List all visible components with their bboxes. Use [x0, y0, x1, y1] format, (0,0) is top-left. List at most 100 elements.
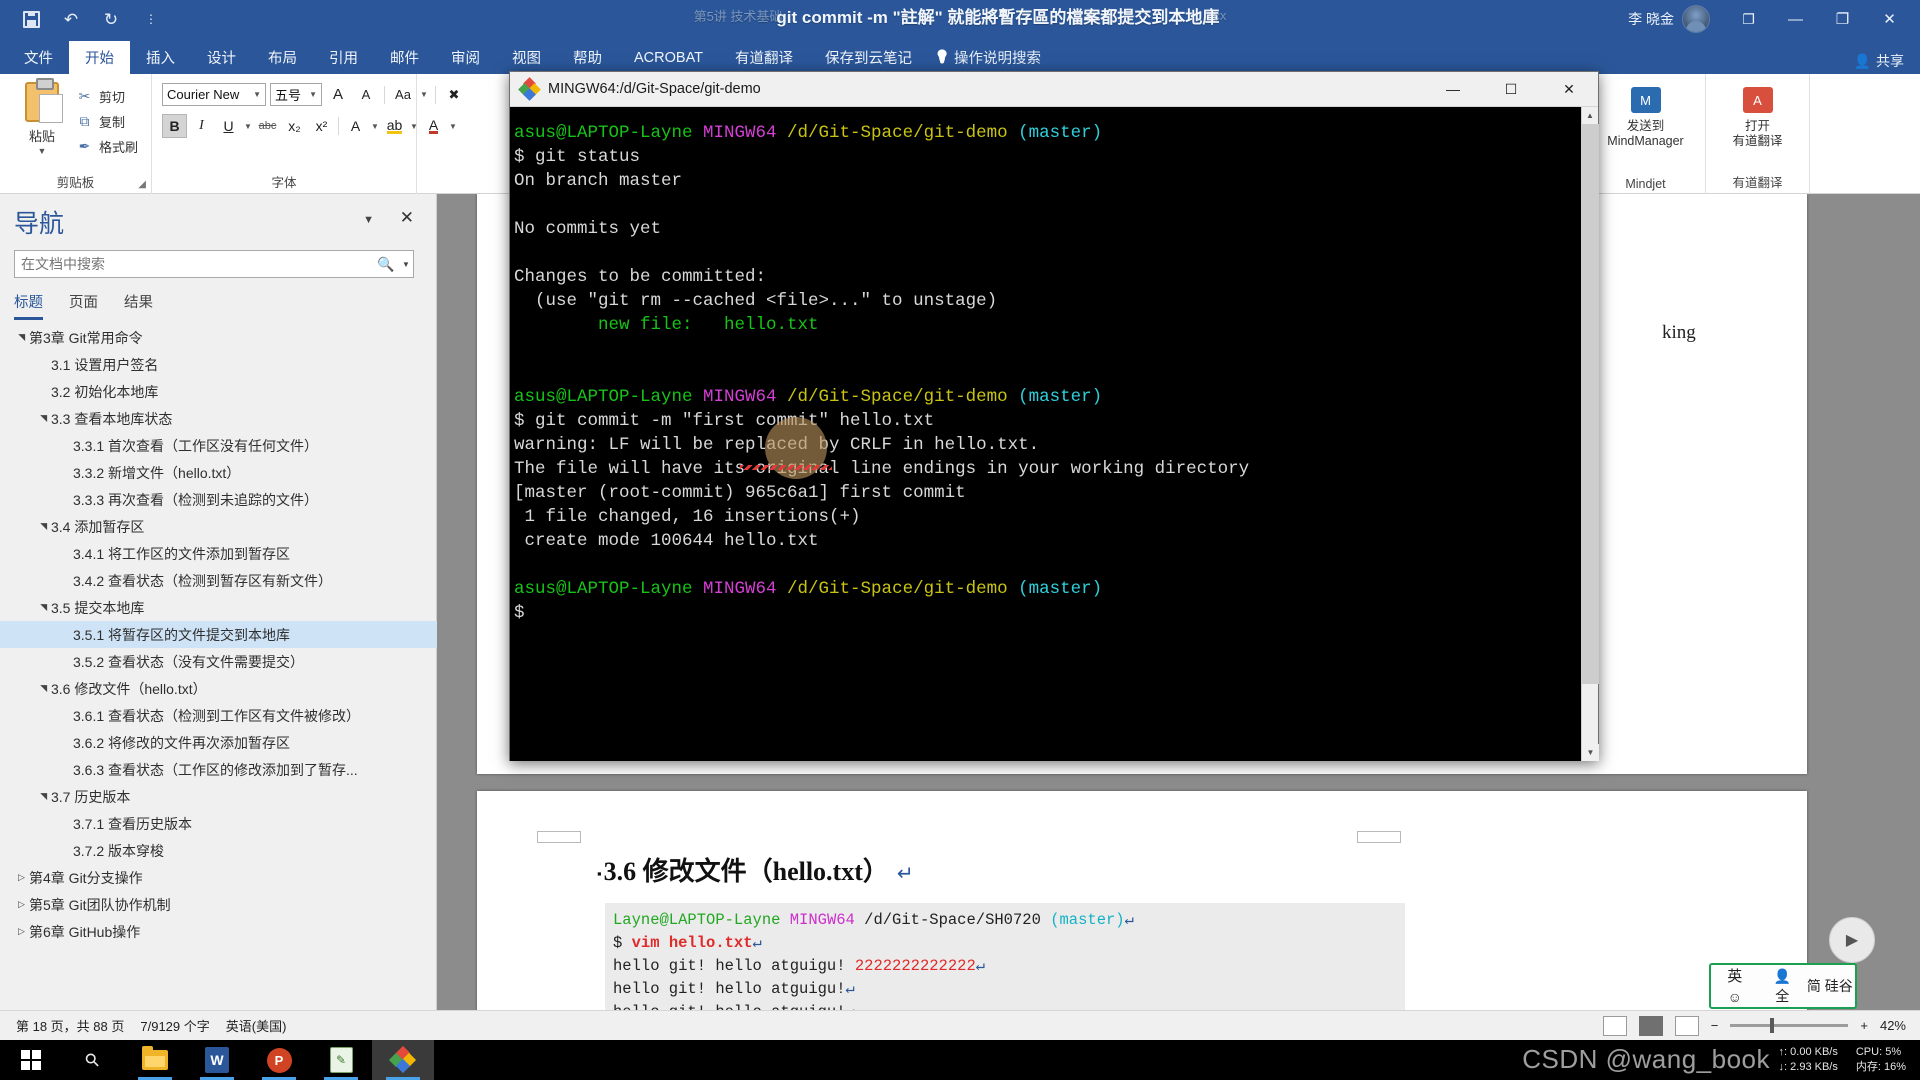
- ribbon-tab-1[interactable]: 开始: [69, 41, 130, 74]
- clipboard-format-painter-button[interactable]: ✒ 格式刷: [76, 134, 150, 159]
- chevron-down-icon[interactable]: ▼: [409, 122, 419, 131]
- nav-heading-item[interactable]: 第5章 Git团队协作机制: [0, 891, 437, 918]
- restore-button[interactable]: ❐: [1820, 3, 1865, 35]
- git-bash-window[interactable]: MINGW64:/d/Git-Space/git-demo — ☐ ✕ asus…: [509, 71, 1599, 761]
- superscript-button[interactable]: x²: [309, 114, 334, 138]
- navigation-tab-2[interactable]: 结果: [124, 291, 153, 320]
- ime-person-icon[interactable]: 👤 全: [1759, 966, 1807, 1006]
- nav-heading-item[interactable]: 3.7 历史版本: [0, 783, 437, 810]
- terminal-close-button[interactable]: ✕: [1540, 72, 1598, 106]
- close-icon[interactable]: ✕: [400, 208, 414, 228]
- nav-heading-item[interactable]: 3.3.3 再次查看（检测到未追踪的文件）: [0, 486, 437, 513]
- grow-font-button[interactable]: A: [326, 83, 350, 106]
- close-button[interactable]: ✕: [1867, 3, 1912, 35]
- chevron-down-icon[interactable]: ▼: [363, 214, 374, 226]
- nav-heading-item[interactable]: 3.4 添加暂存区: [0, 513, 437, 540]
- navigation-heading-list[interactable]: 第3章 Git常用命令 3.1 设置用户签名 3.2 初始化本地库 3.3 查看本地库…: [0, 324, 437, 1004]
- chevron-down-icon[interactable]: ▼: [448, 122, 458, 131]
- ribbon-tab-6[interactable]: 邮件: [374, 41, 435, 74]
- chevron-right-icon[interactable]: [14, 872, 29, 883]
- ribbon-tab-11[interactable]: 有道翻译: [719, 41, 809, 74]
- chevron-down-icon[interactable]: ▼: [419, 90, 429, 99]
- chevron-down-icon[interactable]: [36, 521, 51, 532]
- change-case-button[interactable]: Aa: [391, 83, 415, 106]
- start-button[interactable]: [0, 1040, 62, 1080]
- nav-heading-item[interactable]: 3.3 查看本地库状态: [0, 405, 437, 432]
- ribbon-tab-5[interactable]: 引用: [313, 41, 374, 74]
- clipboard-dialog-launcher-icon[interactable]: ◢: [138, 179, 146, 190]
- web-layout-icon[interactable]: [1674, 1015, 1699, 1036]
- nav-heading-item[interactable]: 3.6.2 将修改的文件再次添加暂存区: [0, 729, 437, 756]
- chevron-down-icon[interactable]: ▼: [370, 122, 380, 131]
- reader-button[interactable]: ✎: [310, 1040, 372, 1080]
- terminal-scrollbar[interactable]: ▲ ▼: [1581, 107, 1599, 761]
- language-indicator[interactable]: 英语(美国): [226, 1016, 287, 1035]
- font-color-button[interactable]: A: [421, 114, 446, 138]
- nav-heading-item[interactable]: 3.1 设置用户签名: [0, 351, 437, 378]
- search-input[interactable]: [15, 251, 373, 277]
- media-overlay-button[interactable]: ▶: [1829, 917, 1875, 963]
- chevron-down-icon[interactable]: ▼: [38, 146, 47, 156]
- resource-stats[interactable]: CPU: 5% 内存: 16%: [1856, 1045, 1906, 1075]
- terminal-minimize-button[interactable]: —: [1424, 72, 1482, 106]
- ribbon-tab-2[interactable]: 插入: [130, 41, 191, 74]
- nav-heading-item[interactable]: 3.6.3 查看状态（工作区的修改添加到了暂存...: [0, 756, 437, 783]
- ribbon-tab-9[interactable]: 帮助: [557, 41, 618, 74]
- ribbon-tab-3[interactable]: 设计: [191, 41, 252, 74]
- ime-smiley-icon[interactable]: ☺: [1728, 989, 1742, 1005]
- strikethrough-button[interactable]: abc: [255, 114, 280, 138]
- scroll-down-button[interactable]: ▼: [1582, 744, 1599, 761]
- powerpoint-button[interactable]: P: [248, 1040, 310, 1080]
- chevron-down-icon[interactable]: ▼: [399, 260, 413, 269]
- clear-formatting-button[interactable]: ✖: [442, 83, 466, 106]
- zoom-slider[interactable]: [1730, 1018, 1849, 1033]
- minimize-button[interactable]: —: [1773, 3, 1818, 35]
- open-youdao-button[interactable]: A 打开 有道翻译: [1706, 84, 1809, 149]
- nav-heading-item[interactable]: 3.5.2 查看状态（没有文件需要提交）: [0, 648, 437, 675]
- nav-heading-item[interactable]: 3.4.2 查看状态（检测到暂存区有新文件）: [0, 567, 437, 594]
- clipboard-scissors-button[interactable]: ✂ 剪切: [76, 84, 150, 109]
- search-icon[interactable]: 🔍: [373, 256, 399, 273]
- paste-button[interactable]: 粘贴 ▼: [12, 78, 72, 166]
- text-highlight-button[interactable]: ab: [382, 114, 407, 138]
- chevron-right-icon[interactable]: [14, 899, 29, 910]
- chevron-down-icon[interactable]: ▼: [309, 90, 317, 99]
- subscript-button[interactable]: x₂: [282, 114, 307, 138]
- font-size-combobox[interactable]: 五号 ▼: [270, 83, 322, 106]
- chevron-down-icon[interactable]: [36, 683, 51, 694]
- navigation-tab-0[interactable]: 标题: [14, 291, 43, 320]
- chevron-down-icon[interactable]: [36, 602, 51, 613]
- ribbon-tab-7[interactable]: 审阅: [435, 41, 496, 74]
- underline-button[interactable]: U: [216, 114, 241, 138]
- chevron-right-icon[interactable]: [14, 926, 29, 937]
- ribbon-display-options-icon[interactable]: ❐: [1726, 3, 1771, 35]
- ribbon-tab-0[interactable]: 文件: [8, 41, 69, 74]
- scroll-up-button[interactable]: ▲: [1582, 107, 1598, 124]
- italic-button[interactable]: I: [189, 114, 214, 138]
- nav-heading-item[interactable]: 第4章 Git分支操作: [0, 864, 437, 891]
- chevron-down-icon[interactable]: ▼: [253, 90, 261, 99]
- scrollbar-thumb[interactable]: [1582, 124, 1599, 684]
- read-mode-icon[interactable]: [1602, 1015, 1627, 1036]
- network-stats[interactable]: ↑: 0.00 KB/s ↓: 2.93 KB/s: [1779, 1045, 1838, 1075]
- chevron-down-icon[interactable]: [36, 791, 51, 802]
- clipboard-copy-button[interactable]: ⧉ 复制: [76, 109, 150, 134]
- git-bash-button[interactable]: [372, 1040, 434, 1080]
- terminal-title-bar[interactable]: MINGW64:/d/Git-Space/git-demo — ☐ ✕: [510, 72, 1598, 107]
- nav-heading-item[interactable]: 3.3.2 新增文件（hello.txt）: [0, 459, 437, 486]
- word-button[interactable]: W: [186, 1040, 248, 1080]
- nav-heading-item[interactable]: 3.6 修改文件（hello.txt）: [0, 675, 437, 702]
- chevron-down-icon[interactable]: [14, 332, 29, 343]
- page-indicator[interactable]: 第 18 页，共 88 页: [16, 1016, 124, 1035]
- nav-heading-item[interactable]: 第6章 GitHub操作: [0, 918, 437, 945]
- nav-heading-item[interactable]: 3.4.1 将工作区的文件添加到暂存区: [0, 540, 437, 567]
- word-count[interactable]: 7/9129 个字: [140, 1016, 209, 1035]
- ribbon-tab-10[interactable]: ACROBAT: [618, 41, 719, 74]
- print-layout-icon[interactable]: [1638, 1015, 1663, 1036]
- font-name-combobox[interactable]: Courier New ▼: [162, 83, 266, 106]
- ribbon-tab-12[interactable]: 保存到云笔记: [809, 41, 928, 74]
- zoom-level[interactable]: 42%: [1880, 1018, 1906, 1033]
- navigation-tab-1[interactable]: 页面: [69, 291, 98, 320]
- navigation-search-box[interactable]: 🔍 ▼: [14, 250, 414, 278]
- zoom-in-button[interactable]: +: [1860, 1018, 1868, 1033]
